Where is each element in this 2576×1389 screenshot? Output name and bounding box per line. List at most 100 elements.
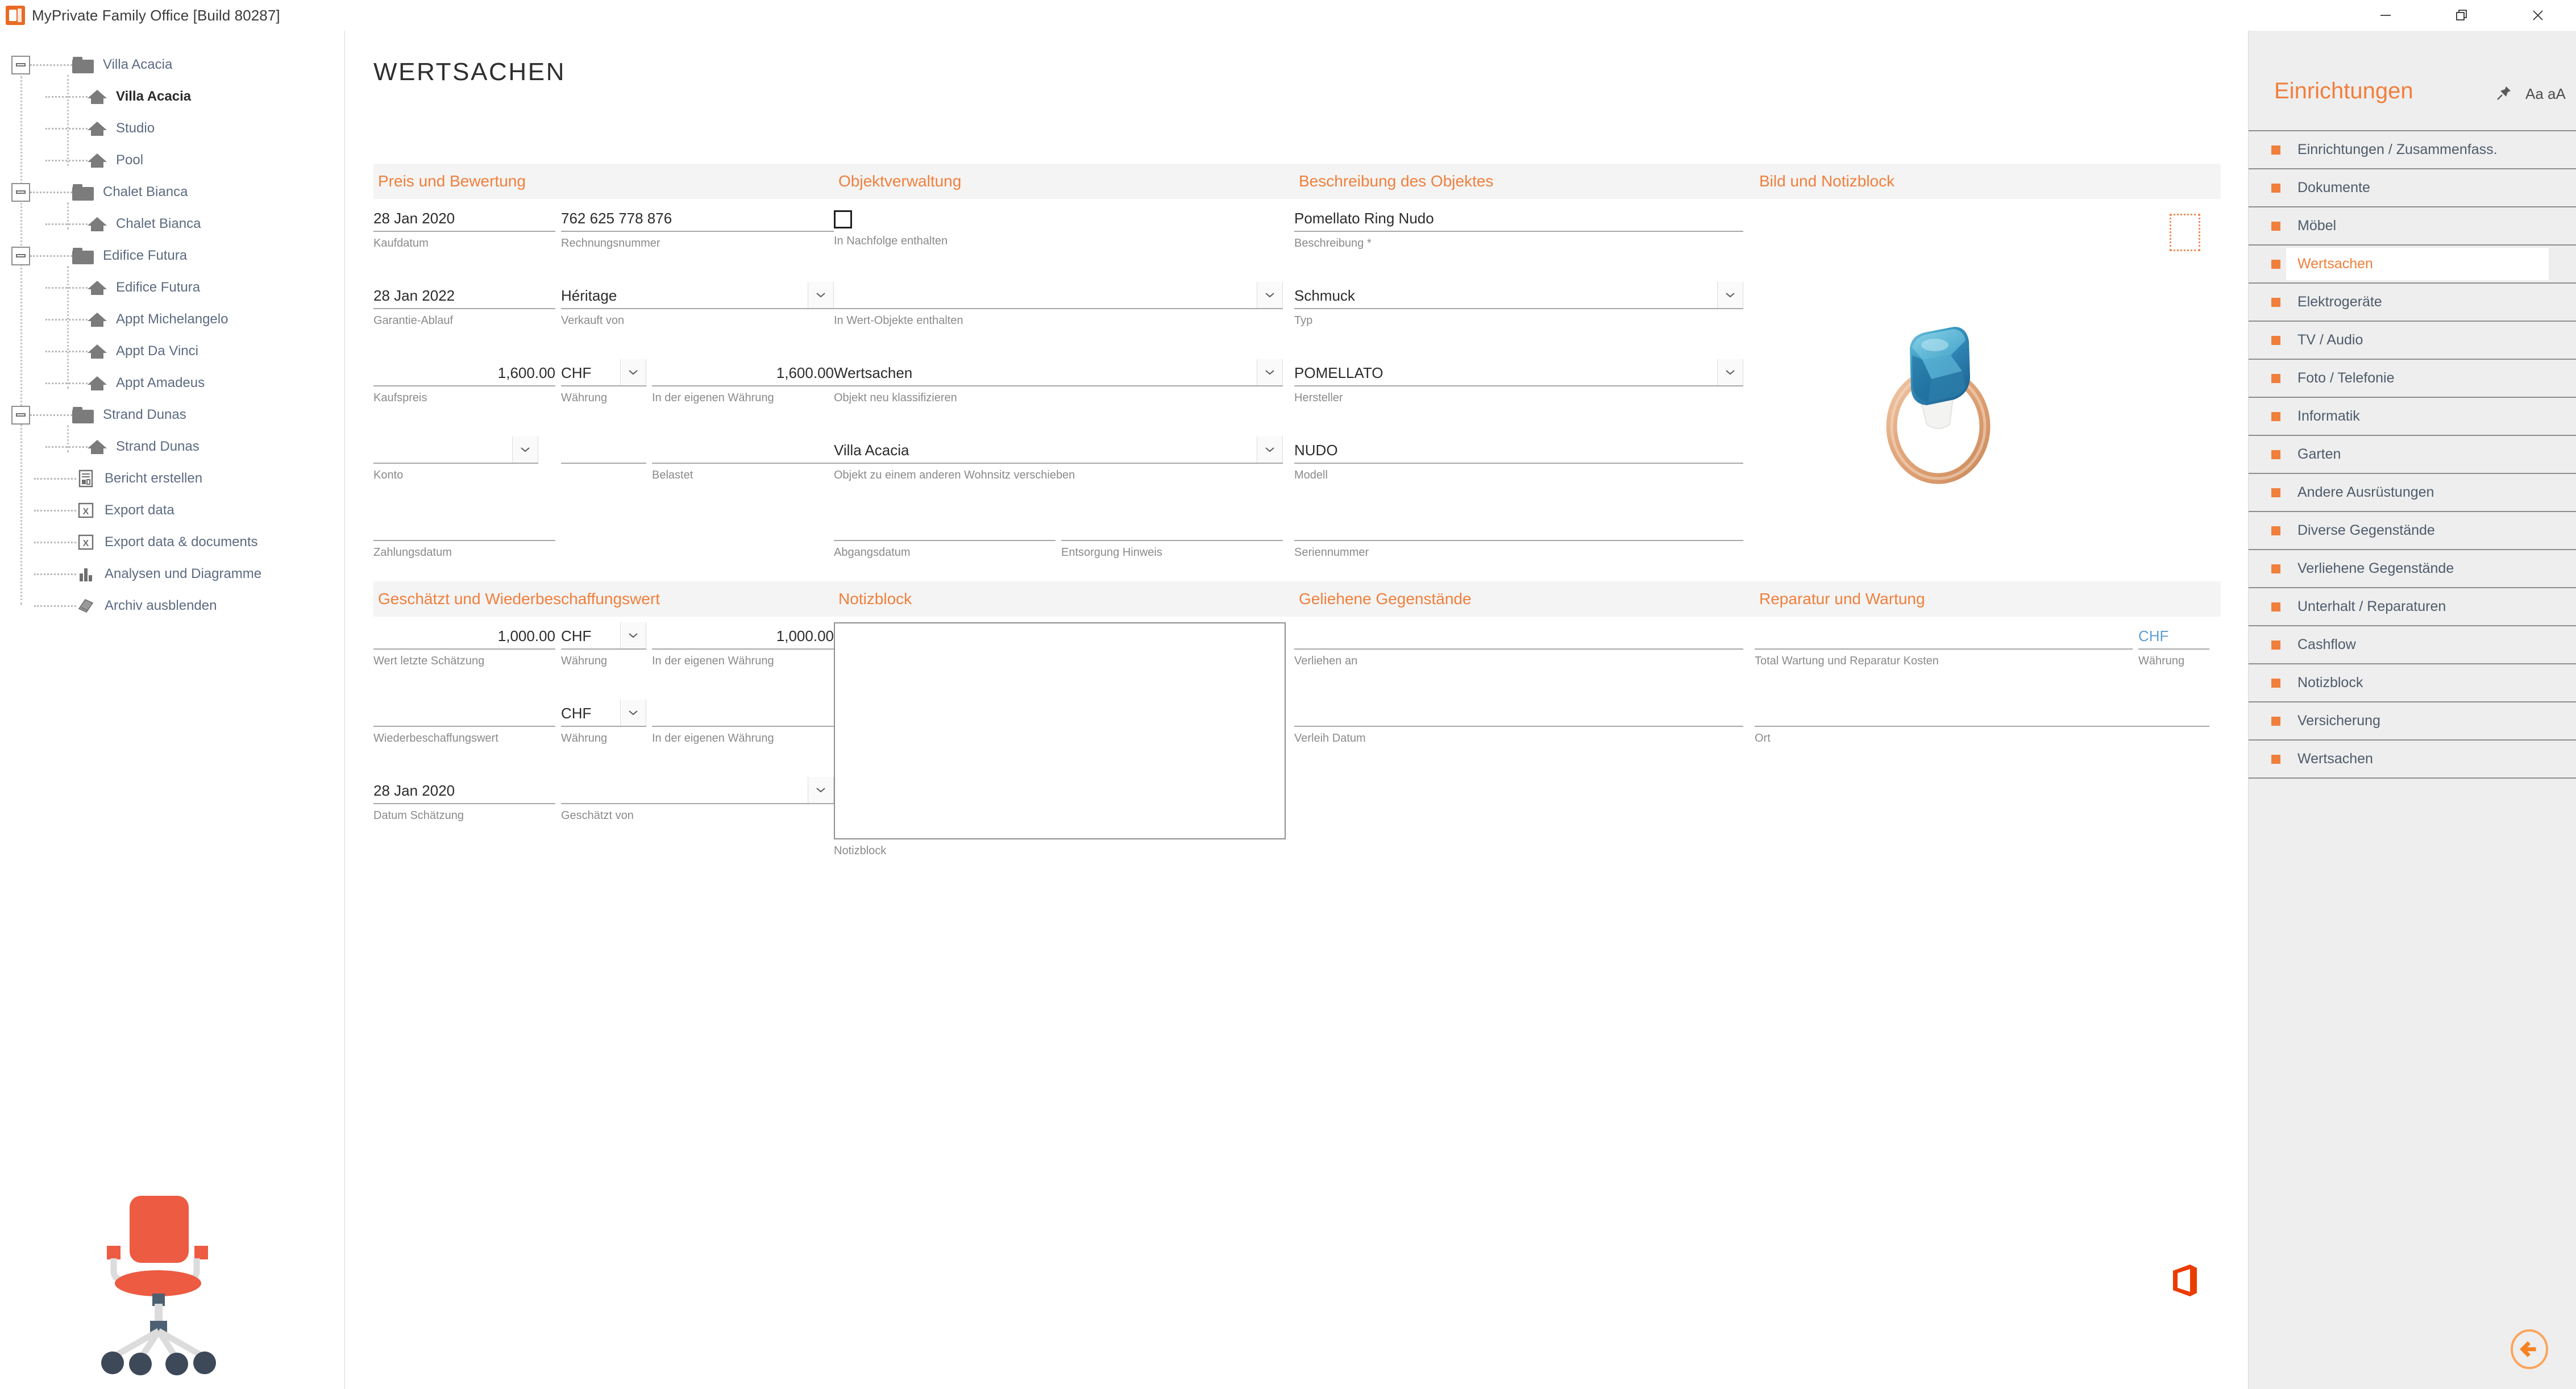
field-konto[interactable]: Konto <box>373 436 538 482</box>
field-hersteller[interactable]: POMELLATO Hersteller <box>1294 359 1743 405</box>
rp-item-garten[interactable]: Garten <box>2249 436 2576 474</box>
field-typ[interactable]: Schmuck Typ <box>1294 282 1743 327</box>
tree-group-villa-acacia[interactable]: Villa Acacia <box>0 49 344 81</box>
chevron-down-icon[interactable] <box>808 777 834 803</box>
tree-item-label: Appt Amadeus <box>116 375 205 390</box>
expander-collapse-icon[interactable] <box>11 405 30 425</box>
pin-icon[interactable] <box>2495 85 2512 102</box>
field-waehrung-kaufpreis[interactable]: CHF Währung <box>561 359 646 405</box>
sidebar-item-studio[interactable]: Studio <box>0 113 344 144</box>
field-ort[interactable]: Ort <box>1755 700 2209 745</box>
sidebar-item-appt-da-vinci[interactable]: Appt Da Vinci <box>0 335 344 367</box>
expander-collapse-icon[interactable] <box>11 55 30 74</box>
field-abgangsdatum[interactable]: Abgangsdatum <box>834 514 1056 559</box>
field-modell[interactable]: NUDO Modell <box>1294 436 1743 482</box>
minimize-button[interactable] <box>2348 0 2424 31</box>
field-verleih-datum[interactable]: Verleih Datum <box>1294 700 1743 745</box>
chevron-down-icon[interactable] <box>808 282 834 308</box>
image-placeholder-icon[interactable] <box>2170 214 2200 251</box>
rp-item-diverse-gegenstaende[interactable]: Diverse Gegenstände <box>2249 512 2576 550</box>
field-belastet[interactable]: Belastet <box>652 436 834 482</box>
field-beschreibung[interactable]: Pomellato Ring Nudo Beschreibung * <box>1294 205 1743 250</box>
rp-item-wertsachen-active[interactable]: Wertsachen <box>2249 246 2576 284</box>
field-datum-schaetzung[interactable]: 28 Jan 2020 Datum Schätzung <box>373 777 555 822</box>
field-wiederbeschaffungswert[interactable]: Wiederbeschaffungswert <box>373 700 555 745</box>
chevron-down-icon[interactable] <box>512 436 538 463</box>
font-size-toggle[interactable]: Aa aA <box>2525 85 2566 103</box>
chevron-down-icon[interactable] <box>1257 436 1283 463</box>
field-verliehen-an[interactable]: Verliehen an <box>1294 622 1743 668</box>
rp-item-tv-audio[interactable]: TV / Audio <box>2249 322 2576 360</box>
bullet-icon <box>2271 297 2280 307</box>
back-arrow-button[interactable] <box>2509 1329 2550 1370</box>
expander-collapse-icon[interactable] <box>11 246 30 265</box>
nachfolge-checkbox[interactable] <box>834 210 852 228</box>
field-garantie-ablauf[interactable]: 28 Jan 2022 Garantie-Ablauf <box>373 282 555 327</box>
rp-item-foto-telefonie[interactable]: Foto / Telefonie <box>2249 360 2576 398</box>
rp-item-moebel[interactable]: Möbel <box>2249 207 2576 246</box>
sidebar-item-pool[interactable]: Pool <box>0 144 344 176</box>
rp-item-wertsachen-bottom[interactable]: Wertsachen <box>2249 741 2576 779</box>
rp-item-notizblock[interactable]: Notizblock <box>2249 664 2576 702</box>
field-zahlungsdatum[interactable]: Zahlungsdatum <box>373 514 555 559</box>
field-waehrung-schaetzung[interactable]: CHF Währung <box>561 622 646 668</box>
field-konto-extra[interactable] <box>561 436 646 469</box>
sidebar-item-appt-amadeus[interactable]: Appt Amadeus <box>0 367 344 399</box>
chevron-down-icon[interactable] <box>620 359 646 385</box>
field-seriennummer[interactable]: Seriennummer <box>1294 514 1743 559</box>
restore-button[interactable] <box>2424 0 2500 31</box>
sidebar-item-villa-acacia[interactable]: Villa Acacia <box>0 81 344 113</box>
field-label: Kaufspreis <box>373 392 427 404</box>
field-eigene-waehrung-wiederbeschaffung[interactable]: In der eigenen Währung <box>652 700 834 745</box>
chevron-down-icon[interactable] <box>1257 282 1283 308</box>
field-in-wert-objekte-enthalten[interactable]: In Wert-Objekte enthalten <box>834 282 1283 327</box>
panel-header: Notizblock <box>834 581 1294 617</box>
sidebar-action-analysen-diagramme[interactable]: Analysen und Diagramme <box>0 558 344 590</box>
sidebar-action-export-data-documents[interactable]: X Export data & documents <box>0 526 344 558</box>
sidebar-item-edifice-futura[interactable]: Edifice Futura <box>0 272 344 303</box>
field-objekt-neu-klassifizieren[interactable]: Wertsachen Objekt neu klassifizieren <box>834 359 1283 405</box>
sidebar-item-chalet-bianca[interactable]: Chalet Bianca <box>0 208 344 240</box>
notizblock-textarea[interactable] <box>834 622 1286 839</box>
sidebar-action-bericht-erstellen[interactable]: Bericht erstellen <box>0 463 344 494</box>
rp-item-cashflow[interactable]: Cashflow <box>2249 626 2576 664</box>
field-waehrung-wiederbeschaffung[interactable]: CHF Währung <box>561 700 646 745</box>
field-rechnungsnummer[interactable]: 762 625 778 876 Rechnungsnummer <box>561 205 834 250</box>
close-button[interactable] <box>2500 0 2576 31</box>
rp-item-einrichtungen-zusammenfass[interactable]: Einrichtungen / Zusammenfass. <box>2249 131 2576 169</box>
field-kaufdatum[interactable]: 28 Jan 2020 Kaufdatum <box>373 205 555 250</box>
field-eigene-waehrung-schaetzung[interactable]: 1,000.00 In der eigenen Währung <box>652 622 834 668</box>
tree-group-edifice-futura[interactable]: Edifice Futura <box>0 240 344 272</box>
rp-item-informatik[interactable]: Informatik <box>2249 398 2576 436</box>
field-verkauft-von[interactable]: Héritage Verkauft von <box>561 282 834 327</box>
expander-collapse-icon[interactable] <box>11 182 30 202</box>
field-waehrung-reparatur[interactable]: CHF Währung <box>2138 622 2209 668</box>
rp-item-versicherung[interactable]: Versicherung <box>2249 702 2576 741</box>
rp-item-dokumente[interactable]: Dokumente <box>2249 169 2576 207</box>
chevron-down-icon[interactable] <box>620 700 646 726</box>
tree-group-chalet-bianca[interactable]: Chalet Bianca <box>0 176 344 208</box>
sidebar-action-export-data[interactable]: X Export data <box>0 494 344 526</box>
field-geschaetzt-von[interactable]: Geschätzt von <box>561 777 834 822</box>
chevron-down-icon[interactable] <box>1717 282 1743 308</box>
rp-item-verliehene-gegenstaende[interactable]: Verliehene Gegenstände <box>2249 550 2576 588</box>
rp-item-elektrogeraete[interactable]: Elektrogeräte <box>2249 284 2576 322</box>
field-total-wartung-reparatur-kosten[interactable]: Total Wartung und Reparatur Kosten <box>1755 622 2133 668</box>
chevron-down-icon[interactable] <box>620 622 646 648</box>
sidebar-item-appt-michelangelo[interactable]: Appt Michelangelo <box>0 303 344 335</box>
rp-item-andere-ausruestungen[interactable]: Andere Ausrüstungen <box>2249 474 2576 512</box>
chevron-down-icon[interactable] <box>1257 359 1283 385</box>
field-kaufspreis[interactable]: 1,600.00 Kaufspreis <box>373 359 555 405</box>
field-objekt-verschieben[interactable]: Villa Acacia Objekt zu einem anderen Woh… <box>834 436 1283 482</box>
sidebar-item-strand-dunas[interactable]: Strand Dunas <box>0 431 344 463</box>
field-entsorgung-hinweis[interactable]: Entsorgung Hinweis <box>1061 514 1283 559</box>
image-area[interactable] <box>1755 199 2221 551</box>
bullet-icon <box>2271 564 2280 573</box>
sidebar-action-archiv-ausblenden[interactable]: Archiv ausblenden <box>0 590 344 622</box>
field-in-eigener-waehrung-kaufpreis[interactable]: 1,600.00 In der eigenen Währung <box>652 359 834 405</box>
rp-item-unterhalt-reparaturen[interactable]: Unterhalt / Reparaturen <box>2249 588 2576 626</box>
chevron-down-icon[interactable] <box>1717 359 1743 385</box>
tree-group-strand-dunas[interactable]: Strand Dunas <box>0 399 344 431</box>
field-wert-letzte-schaetzung[interactable]: 1,000.00 Wert letzte Schätzung <box>373 622 555 668</box>
field-in-nachfolge-enthalten[interactable]: In Nachfolge enthalten <box>834 205 1283 248</box>
